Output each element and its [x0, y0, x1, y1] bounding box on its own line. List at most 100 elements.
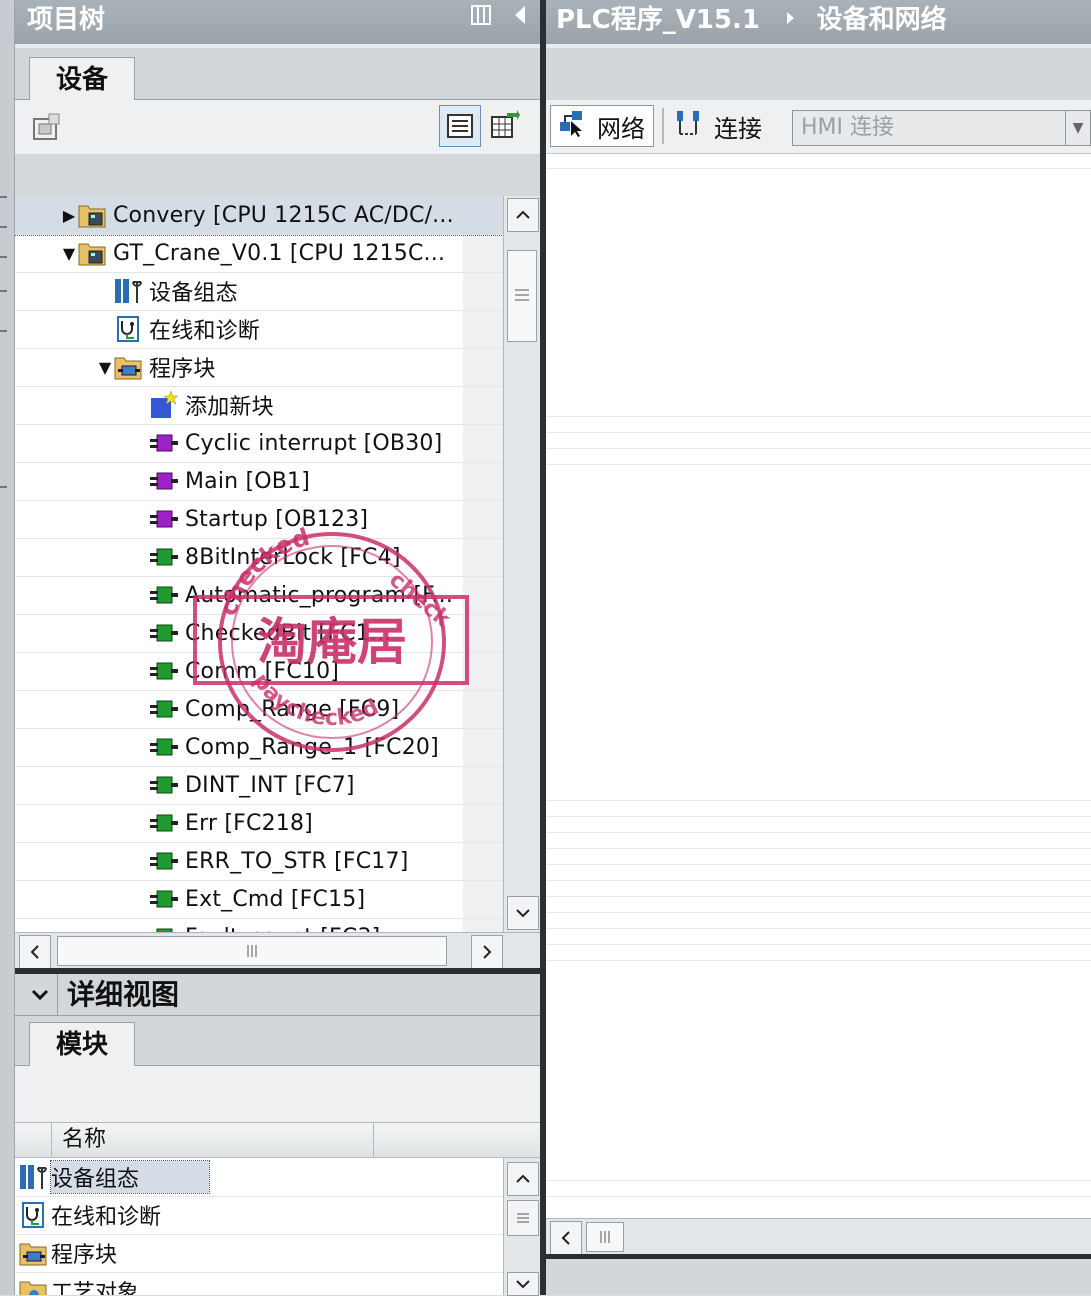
- tree-item-label: Fault_count [FC3]: [185, 925, 380, 933]
- tree-item[interactable]: Automatic_program [F...: [15, 576, 503, 615]
- chevron-down-icon[interactable]: [23, 974, 58, 1016]
- tree-item[interactable]: Main [OB1]: [15, 462, 503, 501]
- tree-item-label: GT_Crane_V0.1 [CPU 1215C...: [113, 241, 445, 266]
- tree-item[interactable]: DINT_INT [FC7]: [15, 766, 503, 805]
- horizontal-scroll-thumb[interactable]: [586, 1222, 624, 1252]
- project-tree-title: 项目树: [27, 5, 105, 35]
- details-item[interactable]: 设备组态: [15, 1158, 503, 1197]
- scroll-up-icon[interactable]: [507, 1162, 539, 1196]
- breadcrumb-project[interactable]: PLC程序_V15.1: [556, 5, 760, 35]
- tree-item[interactable]: Comm [FC10]: [15, 652, 503, 691]
- tree-item[interactable]: Comp_Range_1 [FC20]: [15, 728, 503, 767]
- tree-item[interactable]: Cyclic interrupt [OB30]: [15, 424, 503, 463]
- horizontal-scroll-thumb[interactable]: [57, 936, 447, 966]
- details-vertical-scrollbar[interactable]: [503, 1158, 540, 1295]
- tab-devices[interactable]: 设备: [29, 57, 135, 105]
- fc-block-icon: [149, 656, 179, 686]
- tree-item-label: 程序块: [149, 351, 216, 383]
- expand-down-icon[interactable]: ▼: [97, 358, 113, 377]
- fc-block-icon: [149, 846, 179, 876]
- breadcrumb-page: 设备和网络: [817, 5, 947, 35]
- project-tree-vertical-scrollbar[interactable]: [503, 196, 540, 932]
- collapse-panel-icon[interactable]: [512, 0, 528, 40]
- scroll-thumb[interactable]: [507, 1200, 539, 1236]
- ob-block-icon: [149, 504, 179, 534]
- column-empty-header[interactable]: [373, 1123, 506, 1157]
- details-list: 设备组态 在线和诊断 程序块工艺对象: [15, 1158, 503, 1295]
- tree-item-label: DINT_INT [FC7]: [185, 773, 355, 798]
- tree-item[interactable]: Startup [OB123]: [15, 500, 503, 539]
- tree-item[interactable]: 8BitInterLock [FC4]: [15, 538, 503, 577]
- connection-type-select[interactable]: HMI 连接 ▼: [792, 110, 1091, 146]
- scroll-left-icon[interactable]: [550, 1221, 582, 1255]
- add-new-block-icon: [149, 390, 179, 420]
- project-tree-tabbar: 设备: [15, 44, 540, 100]
- details-view-spacer: [15, 1066, 540, 1122]
- ob-block-icon: [149, 428, 179, 458]
- tree-item[interactable]: Err [FC218]: [15, 804, 503, 843]
- fc-block-icon: [149, 808, 179, 838]
- network-view-canvas[interactable]: [546, 154, 1091, 1218]
- column-name-header[interactable]: 名称: [51, 1123, 384, 1157]
- details-item[interactable]: 工艺对象: [15, 1272, 503, 1295]
- project-tree-toolbar: [15, 100, 540, 154]
- detail-view-toggle-icon[interactable]: [439, 105, 481, 147]
- expand-down-icon[interactable]: ▼: [61, 244, 77, 263]
- fc-block-icon: [149, 770, 179, 800]
- device-config-icon: [15, 1162, 51, 1192]
- scroll-left-icon[interactable]: [19, 935, 51, 969]
- online-diagnostics-icon: [15, 1200, 51, 1230]
- tree-item[interactable]: 设备组态: [15, 272, 503, 311]
- tree-item-label: 在线和诊断: [149, 313, 260, 345]
- tree-item[interactable]: 在线和诊断: [15, 310, 503, 349]
- panel-layout-icon[interactable]: [470, 0, 492, 40]
- expand-right-icon[interactable]: ▶: [61, 206, 77, 225]
- tree-item[interactable]: ▼ GT_Crane_V0.1 [CPU 1215C...: [15, 234, 503, 273]
- toolbar-separator: [662, 108, 664, 144]
- details-column-header: 名称: [15, 1122, 540, 1158]
- tab-modules[interactable]: 模块: [29, 1022, 135, 1067]
- details-item[interactable]: 程序块: [15, 1234, 503, 1273]
- scroll-down-icon[interactable]: [507, 1272, 539, 1296]
- tree-item[interactable]: ERR_TO_STR [FC17]: [15, 842, 503, 881]
- tree-item[interactable]: 添加新块: [15, 386, 503, 425]
- go-online-table-icon[interactable]: [485, 105, 525, 145]
- breadcrumb-separator-icon: [785, 11, 801, 30]
- details-item-label: 程序块: [51, 1237, 117, 1269]
- tree-item[interactable]: Ext_Cmd [FC15]: [15, 880, 503, 919]
- project-tree-horizontal-scrollbar[interactable]: [15, 932, 540, 968]
- tree-item-label: Err [FC218]: [185, 811, 313, 836]
- scroll-down-icon[interactable]: [507, 896, 539, 930]
- tree-item-label: 8BitInterLock [FC4]: [185, 545, 401, 570]
- fc-block-icon: [149, 884, 179, 914]
- scroll-up-icon[interactable]: [507, 198, 539, 232]
- tree-item-label: Cyclic interrupt [OB30]: [185, 431, 442, 456]
- tree-item-label: Comp_Range_1 [FC20]: [185, 735, 439, 760]
- connection-type-value: HMI 连接: [801, 115, 894, 140]
- project-tree-list: ▶ Convery [CPU 1215C AC/DC/... ▼ GT_Crane_V…: [15, 196, 503, 932]
- scroll-right-icon[interactable]: [471, 935, 503, 969]
- left-edge-strip: [0, 0, 15, 1295]
- ob-block-icon: [149, 466, 179, 496]
- add-device-icon[interactable]: [27, 107, 67, 147]
- tree-item-label: 设备组态: [149, 275, 238, 307]
- connections-button[interactable]: 连接: [674, 105, 784, 147]
- program-blocks-folder-icon: [113, 352, 143, 382]
- fc-block-icon: [149, 694, 179, 724]
- details-view-tabbar: 模块: [15, 1016, 540, 1066]
- tree-item[interactable]: ▶ Convery [CPU 1215C AC/DC/...: [15, 196, 503, 235]
- device-config-icon: [113, 276, 143, 306]
- tree-item-label: Comm [FC10]: [185, 659, 339, 684]
- scroll-thumb[interactable]: [507, 250, 537, 342]
- tree-item[interactable]: Comp_Range [FC9]: [15, 690, 503, 729]
- editor-horizontal-scrollbar[interactable]: [546, 1218, 1091, 1254]
- network-view-button[interactable]: 网络: [550, 105, 654, 147]
- tree-item[interactable]: CheckedBit [FC1...: [15, 614, 503, 653]
- tree-item[interactable]: ▼ 程序块: [15, 348, 503, 387]
- tree-item[interactable]: Fault_count [FC3]: [15, 918, 503, 932]
- technology-objects-folder-icon: [15, 1276, 51, 1295]
- network-view-label: 网络: [597, 109, 645, 144]
- details-item[interactable]: 在线和诊断: [15, 1196, 503, 1235]
- dropdown-arrow-icon[interactable]: ▼: [1065, 111, 1090, 145]
- plc-folder-icon: [77, 238, 107, 268]
